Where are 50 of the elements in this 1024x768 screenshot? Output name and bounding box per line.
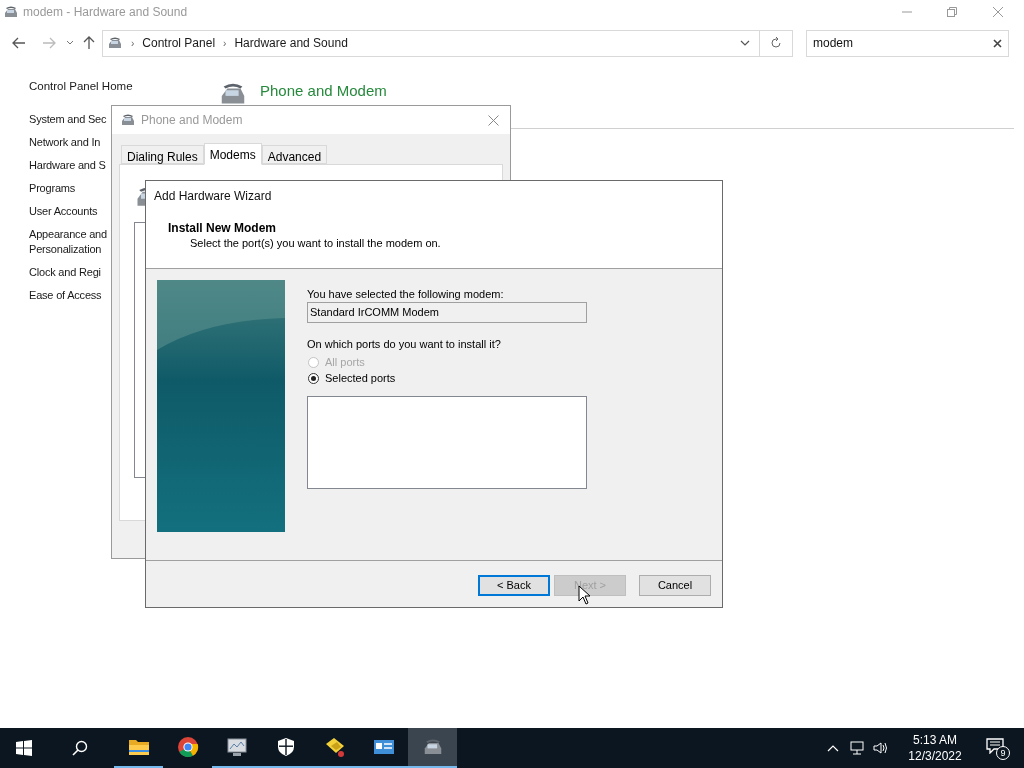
address-bar[interactable]: › Control Panel › Hardware and Sound [102, 29, 760, 57]
step-subtitle: Select the port(s) you want to install the modem on. [190, 236, 442, 250]
card-icon [372, 738, 395, 756]
window-icon [3, 4, 19, 20]
modem-name-field[interactable]: Standard IrCOMM Modem [307, 302, 587, 323]
start-icon[interactable] [16, 740, 32, 756]
close-icon[interactable] [488, 114, 499, 126]
notification-icon[interactable] [986, 738, 1004, 754]
folder-icon [127, 737, 150, 757]
breadcrumb-separator-icon: › [223, 35, 227, 51]
breadcrumb-separator-icon: › [131, 35, 135, 51]
step-title: Install New Modem [168, 221, 278, 235]
address-icon [107, 35, 123, 51]
back-arrow-icon[interactable] [12, 37, 26, 49]
browser-icon [176, 736, 199, 758]
search-field[interactable]: modem [806, 29, 1009, 57]
window-title: modem - Hardware and Sound [23, 4, 188, 21]
modem-label: You have selected the following modem: [307, 287, 505, 301]
chevron-up-icon[interactable] [827, 744, 839, 752]
refresh-icon [770, 37, 782, 49]
volume-icon[interactable] [873, 741, 889, 755]
up-arrow-icon[interactable] [83, 36, 95, 50]
search-icon[interactable] [72, 740, 88, 756]
wizard-title: Add Hardware Wizard [154, 187, 272, 205]
chevron-down-icon[interactable] [66, 40, 74, 46]
section-heading[interactable]: Phone and Modem [260, 80, 387, 103]
monitor-icon [225, 737, 248, 757]
restore-icon[interactable] [946, 6, 958, 18]
network-icon[interactable] [850, 741, 866, 755]
breadcrumb-item[interactable]: Control Panel [142, 34, 216, 52]
wizard-button[interactable]: < Back [478, 575, 550, 596]
sidebar-link[interactable]: Control Panel Home [29, 79, 262, 94]
tab[interactable]: Dialing Rules [121, 145, 204, 164]
radio-label[interactable]: Selected ports [325, 369, 396, 387]
tab[interactable]: Modems [203, 143, 262, 165]
breadcrumb-item[interactable]: Hardware and Sound [234, 34, 348, 52]
chevron-down-icon[interactable] [740, 40, 750, 46]
clear-icon[interactable] [993, 38, 1002, 48]
radio-button[interactable] [308, 372, 319, 384]
clock[interactable]: 5:13 AM 12/3/2022 [902, 732, 968, 764]
wizard-button[interactable]: Cancel [639, 575, 711, 596]
dialog-icon [120, 112, 136, 128]
tab[interactable]: Advanced [261, 145, 328, 164]
ports-question: On which ports do you want to install it? [307, 337, 502, 351]
port-list[interactable] [307, 396, 587, 489]
close-icon[interactable] [992, 6, 1004, 18]
dialog-title: Phone and Modem [141, 112, 243, 129]
refresh-button[interactable] [760, 29, 793, 57]
notification-badge: 9 [996, 746, 1010, 760]
shield-icon [276, 737, 295, 757]
